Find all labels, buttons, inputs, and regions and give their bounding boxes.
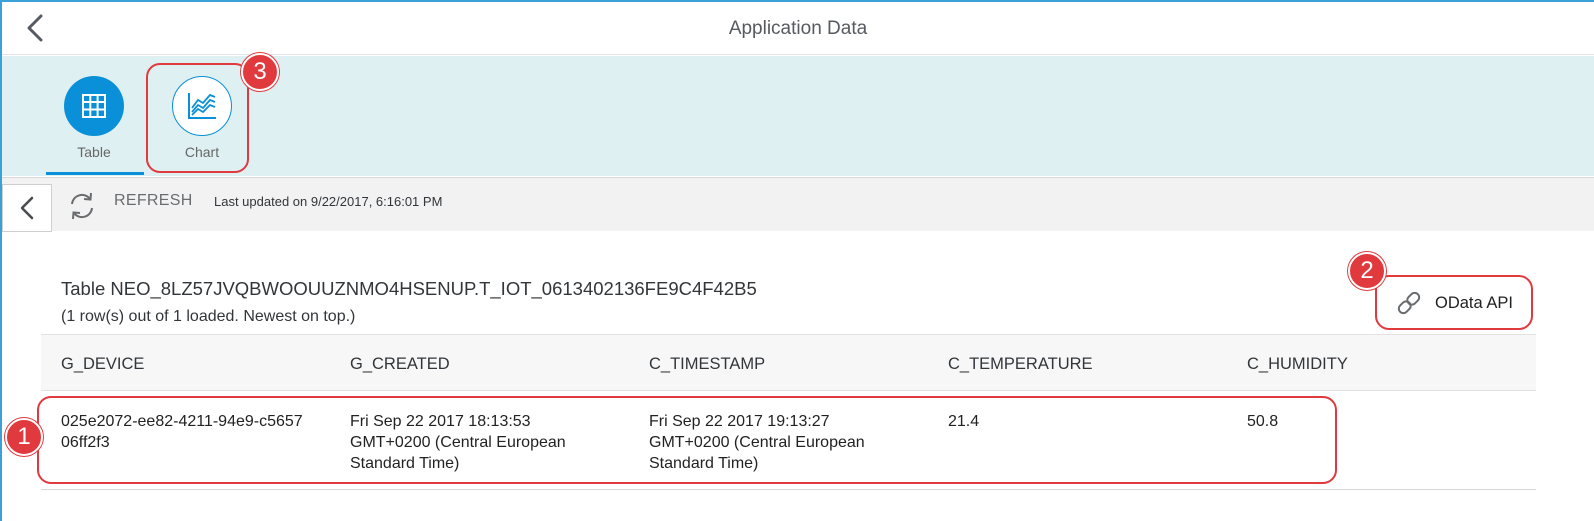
table-row[interactable]: 025e2072-ee82-4211-94e9-c5657 06ff2f3 Fr… bbox=[41, 391, 1536, 490]
last-updated-text: Last updated on 9/22/2017, 6:16:01 PM bbox=[214, 194, 443, 209]
table-subtitle: (1 row(s) out of 1 loaded. Newest on top… bbox=[61, 308, 356, 325]
callout-number-2: 2 bbox=[1348, 252, 1386, 290]
cell-line: GMT+0200 (Central European bbox=[350, 434, 566, 451]
cell-line: 025e2072-ee82-4211-94e9-c5657 bbox=[61, 413, 303, 430]
chevron-left-icon bbox=[20, 196, 34, 220]
cell-line: Standard Time) bbox=[649, 455, 759, 472]
cell-line: GMT+0200 (Central European bbox=[649, 434, 865, 451]
tab-chart-label: Chart bbox=[184, 144, 220, 160]
line-chart-icon bbox=[188, 93, 216, 119]
odata-api-label: OData API bbox=[1435, 293, 1513, 312]
column-header-c-temperature[interactable]: C_TEMPERATURE bbox=[948, 355, 1148, 374]
tab-chart[interactable]: Chart bbox=[154, 76, 250, 160]
column-header-g-created[interactable]: G_CREATED bbox=[350, 355, 610, 374]
callout-number-3: 3 bbox=[241, 53, 279, 91]
table-header: G_DEVICE G_CREATED C_TIMESTAMP C_TEMPERA… bbox=[41, 334, 1536, 391]
cell-g-device: 025e2072-ee82-4211-94e9-c5657 06ff2f3 bbox=[61, 411, 331, 453]
toolbar: REFRESH Last updated on 9/22/2017, 6:16:… bbox=[2, 177, 1594, 232]
cell-line: Fri Sep 22 2017 18:13:53 bbox=[350, 413, 531, 430]
collapse-button[interactable] bbox=[2, 184, 52, 232]
table-title: Table NEO_8LZ57JVQBWOOUUZNMO4HSENUP.T_IO… bbox=[61, 278, 757, 299]
table-grid-icon bbox=[82, 94, 106, 118]
tab-table[interactable]: Table bbox=[46, 76, 142, 160]
tab-table-circle bbox=[64, 76, 124, 136]
column-header-g-device[interactable]: G_DEVICE bbox=[61, 355, 331, 374]
refresh-icon[interactable] bbox=[66, 190, 98, 222]
cell-g-created: Fri Sep 22 2017 18:13:53 GMT+0200 (Centr… bbox=[350, 411, 610, 474]
selected-tab-indicator bbox=[46, 172, 144, 175]
refresh-button[interactable]: REFRESH bbox=[114, 192, 193, 210]
cell-line: 06ff2f3 bbox=[61, 434, 110, 451]
cell-line: Standard Time) bbox=[350, 455, 460, 472]
tab-table-label: Table bbox=[77, 144, 111, 160]
data-table: G_DEVICE G_CREATED C_TIMESTAMP C_TEMPERA… bbox=[41, 334, 1536, 490]
cell-c-humidity: 50.8 bbox=[1247, 413, 1279, 430]
cell-c-temperature: 21.4 bbox=[948, 413, 980, 430]
odata-api-button[interactable]: OData API bbox=[1383, 282, 1527, 324]
callout-number-1: 1 bbox=[5, 418, 43, 456]
cell-c-timestamp: Fri Sep 22 2017 19:13:27 GMT+0200 (Centr… bbox=[649, 411, 909, 474]
tab-chart-circle bbox=[172, 76, 232, 136]
column-header-c-humidity[interactable]: C_HUMIDITY bbox=[1247, 355, 1447, 374]
shell-header: Application Data bbox=[2, 2, 1594, 55]
cell-line: Fri Sep 22 2017 19:13:27 bbox=[649, 413, 830, 430]
column-header-c-timestamp[interactable]: C_TIMESTAMP bbox=[649, 355, 909, 374]
link-icon bbox=[1395, 289, 1423, 317]
page-title: Application Data bbox=[728, 18, 868, 39]
